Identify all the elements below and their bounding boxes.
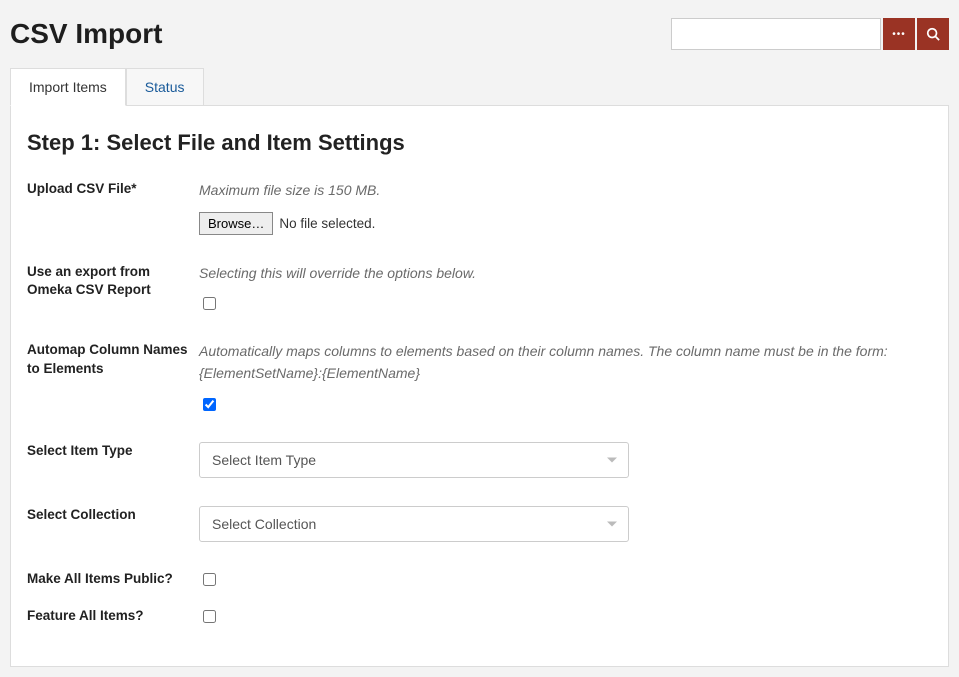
feature-all-label: Feature All Items? — [27, 607, 199, 625]
chevron-down-icon — [607, 521, 617, 526]
upload-label: Upload CSV File* — [27, 180, 199, 198]
collection-select[interactable]: Select Collection — [199, 506, 629, 542]
file-status: No file selected. — [279, 216, 375, 231]
tab-import-items[interactable]: Import Items — [10, 68, 126, 106]
feature-all-checkbox[interactable] — [203, 610, 216, 623]
omeka-export-hint: Selecting this will override the options… — [199, 263, 932, 285]
page-title: CSV Import — [10, 18, 162, 50]
search-button[interactable] — [917, 18, 949, 50]
tabs: Import Items Status — [10, 68, 949, 106]
browse-button[interactable]: Browse… — [199, 212, 273, 235]
omeka-export-label: Use an export from Omeka CSV Report — [27, 263, 199, 299]
automap-hint: Automatically maps columns to elements b… — [199, 341, 932, 384]
search-icon — [926, 27, 940, 41]
item-type-select-value: Select Item Type — [212, 452, 316, 468]
search-advanced-button[interactable] — [883, 18, 915, 50]
form-panel: Step 1: Select File and Item Settings Up… — [10, 105, 949, 667]
automap-checkbox[interactable] — [203, 398, 216, 411]
step-title: Step 1: Select File and Item Settings — [27, 130, 932, 156]
item-type-select[interactable]: Select Item Type — [199, 442, 629, 478]
search-group — [671, 18, 949, 50]
search-input[interactable] — [671, 18, 881, 50]
automap-label: Automap Column Names to Elements — [27, 341, 199, 377]
collection-select-value: Select Collection — [212, 516, 316, 532]
omeka-export-checkbox[interactable] — [203, 297, 216, 310]
item-type-label: Select Item Type — [27, 442, 199, 460]
upload-hint: Maximum file size is 150 MB. — [199, 180, 932, 202]
collection-label: Select Collection — [27, 506, 199, 524]
tab-status[interactable]: Status — [126, 68, 204, 106]
make-public-checkbox[interactable] — [203, 573, 216, 586]
make-public-label: Make All Items Public? — [27, 570, 199, 588]
chevron-down-icon — [607, 457, 617, 462]
